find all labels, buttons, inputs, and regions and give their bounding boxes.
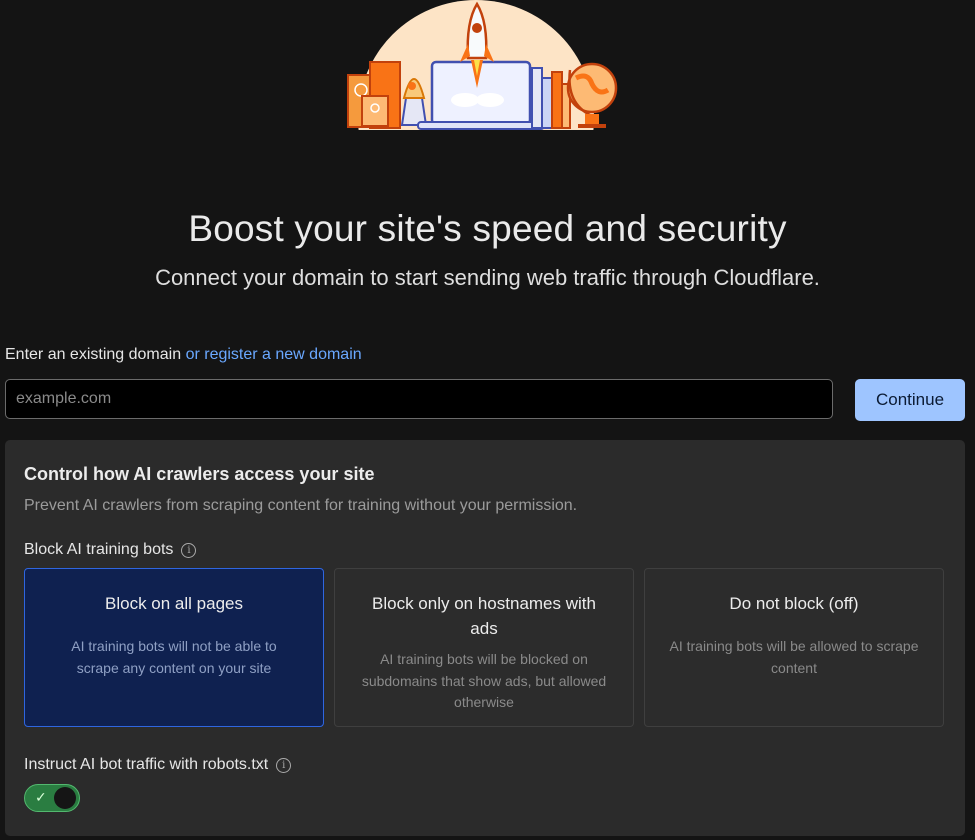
option-block-all-pages[interactable]: Block on all pages AI training bots will…	[24, 568, 324, 727]
ai-crawlers-panel: Control how AI crawlers access your site…	[5, 440, 965, 836]
info-icon[interactable]: i	[276, 757, 292, 773]
block-options: Block on all pages AI training bots will…	[24, 568, 944, 727]
option-block-hostnames-with-ads[interactable]: Block only on hostnames with ads AI trai…	[334, 568, 634, 727]
laptop-icon	[417, 60, 545, 130]
toggle-knob	[54, 787, 76, 809]
page-title: Boost your site's speed and security	[188, 208, 787, 249]
panel-description: Prevent AI crawlers from scraping conten…	[24, 497, 578, 514]
block-bots-label-text: Block AI training bots	[24, 541, 174, 558]
robots-label-text: Instruct AI bot traffic with robots.txt	[24, 756, 269, 773]
panel-title: Control how AI crawlers access your site	[24, 464, 375, 484]
domain-label-text: Enter an existing domain	[5, 346, 182, 363]
check-icon: ✓	[35, 789, 47, 805]
register-domain-link[interactable]: or register a new domain	[186, 346, 362, 363]
page-subtitle: Connect your domain to start sending web…	[155, 265, 820, 290]
option-do-not-block[interactable]: Do not block (off) AI training bots will…	[644, 568, 944, 727]
option-title: Do not block (off)	[729, 594, 859, 613]
block-bots-label: Block AI training bots i	[24, 541, 197, 559]
robots-label: Instruct AI bot traffic with robots.txt …	[24, 756, 292, 774]
info-icon[interactable]: i	[181, 542, 197, 558]
option-title: Block only on hostnames with ads	[372, 594, 596, 638]
domain-field-label: Enter an existing domain or register a n…	[5, 346, 362, 364]
shopping-bags-icon	[347, 61, 401, 129]
robots-txt-toggle[interactable]: ✓	[24, 784, 80, 812]
continue-button[interactable]: Continue	[855, 379, 965, 421]
domain-input[interactable]	[5, 379, 833, 419]
option-description: AI training bots will not be able to scr…	[71, 638, 277, 676]
hero-illustration	[347, 0, 618, 130]
option-description: AI training bots will be allowed to scra…	[669, 638, 919, 676]
option-title: Block on all pages	[105, 594, 243, 613]
option-description: AI training bots will be blocked on subd…	[361, 651, 607, 710]
